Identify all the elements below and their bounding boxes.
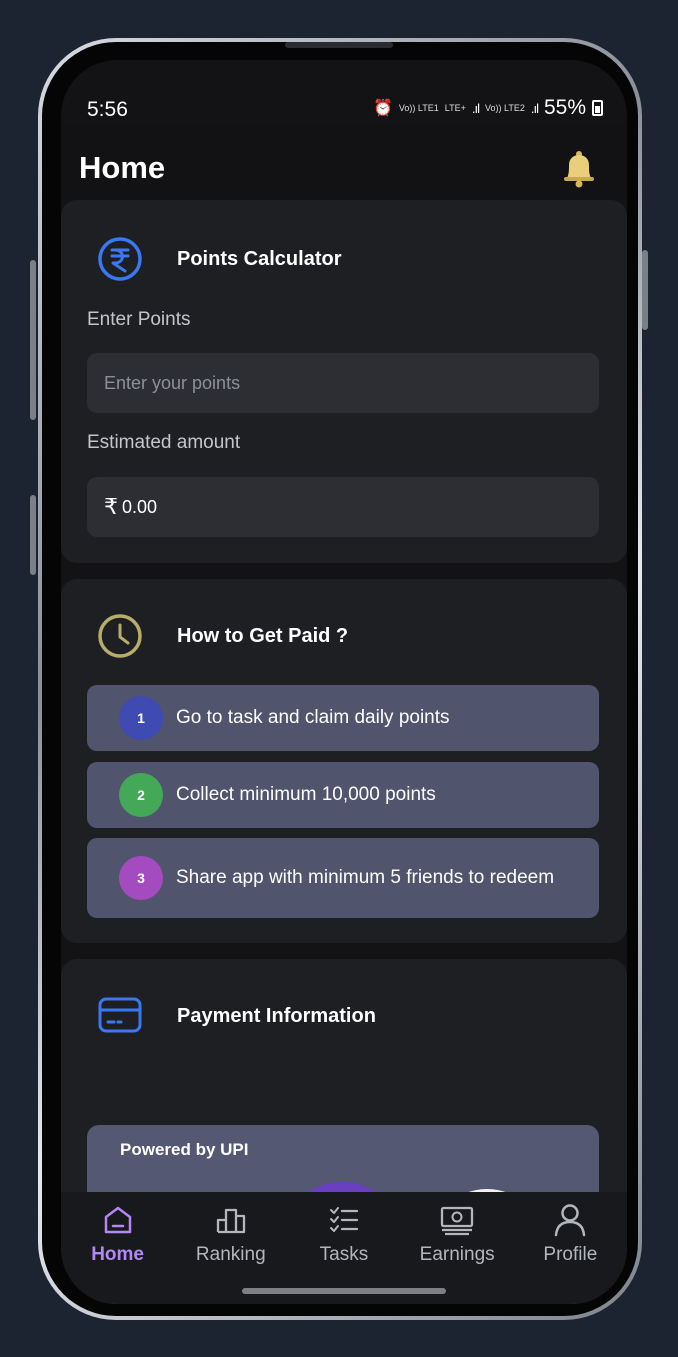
battery-icon xyxy=(592,100,603,116)
step-number: 1 xyxy=(119,696,163,740)
how-to-get-paid-card: How to Get Paid ? 1 Go to task and claim… xyxy=(61,579,627,943)
powered-by-upi: Powered by UPI xyxy=(120,1140,249,1159)
home-indicator[interactable] xyxy=(242,1288,446,1294)
volume-button xyxy=(30,260,36,420)
step-number: 3 xyxy=(119,856,163,900)
rupee-icon xyxy=(98,237,142,281)
points-input[interactable] xyxy=(104,372,599,394)
app-bar: Home xyxy=(61,122,627,200)
bottom-nav: Home Ranking Tasks Earnings Profile xyxy=(61,1192,627,1282)
enter-points-label: Enter Points xyxy=(87,309,191,330)
points-calculator-card: Points Calculator Enter Points Estimated… xyxy=(61,200,627,563)
nav-tasks[interactable]: Tasks xyxy=(288,1202,400,1266)
nav-tasks-label: Tasks xyxy=(319,1244,369,1265)
estimated-amount-label: Estimated amount xyxy=(87,432,241,453)
page-title: Home xyxy=(79,150,166,185)
step-text: Collect minimum 10,000 points xyxy=(176,784,436,805)
step-text: Go to task and claim daily points xyxy=(176,707,450,728)
status-bar: 5:56 ⏰ Vo)) LTE1 LTE+ .ıl Vo)) LTE2 .ıl … xyxy=(61,60,627,122)
earpiece xyxy=(285,42,393,48)
sim2-indicator: Vo)) LTE2 xyxy=(484,102,525,113)
nav-home-label: Home xyxy=(91,1244,144,1265)
earnings-icon xyxy=(441,1206,474,1236)
step-item: 1 Go to task and claim daily points xyxy=(87,685,599,751)
ranking-icon xyxy=(216,1208,245,1234)
nav-profile-label: Profile xyxy=(543,1244,598,1265)
lte-indicator: LTE+ xyxy=(444,102,466,113)
screen: 5:56 ⏰ Vo)) LTE1 LTE+ .ıl Vo)) LTE2 .ıl … xyxy=(61,60,627,1304)
estimated-amount-value: 0.00 xyxy=(122,496,158,517)
phone-frame: 5:56 ⏰ Vo)) LTE1 LTE+ .ıl Vo)) LTE2 .ıl … xyxy=(38,38,642,1320)
clock-icon xyxy=(98,614,142,658)
home-icon xyxy=(104,1206,131,1234)
battery-percent: 55% xyxy=(543,96,586,119)
how-to-get-paid-title: How to Get Paid ? xyxy=(177,624,349,647)
payment-information-title: Payment Information xyxy=(177,1004,376,1027)
power-button xyxy=(642,250,648,330)
nav-earnings[interactable]: Earnings xyxy=(401,1202,513,1266)
bell-icon[interactable] xyxy=(559,148,599,188)
nav-ranking[interactable]: Ranking xyxy=(175,1202,287,1266)
nav-ranking-label: Ranking xyxy=(195,1244,266,1265)
sim1-indicator: Vo)) LTE1 xyxy=(398,102,439,113)
profile-icon xyxy=(555,1204,586,1237)
side-button xyxy=(30,495,36,575)
credit-card-icon xyxy=(98,997,142,1033)
estimated-amount-field: ₹ 0.00 xyxy=(87,477,599,537)
points-calculator-title: Points Calculator xyxy=(177,247,342,270)
signal-icon-2: .ıl xyxy=(530,100,539,116)
nav-profile[interactable]: Profile xyxy=(514,1202,626,1266)
step-item: 3 Share app with minimum 5 friends to re… xyxy=(87,838,599,918)
tasks-icon xyxy=(329,1207,359,1232)
step-text: Share app with minimum 5 friends to rede… xyxy=(176,867,555,888)
status-time: 5:56 xyxy=(87,98,128,121)
step-item: 2 Collect minimum 10,000 points xyxy=(87,762,599,828)
nav-earnings-label: Earnings xyxy=(419,1244,495,1265)
step-number: 2 xyxy=(119,773,163,817)
alarm-icon: ⏰ xyxy=(372,100,393,117)
points-input-box[interactable] xyxy=(87,353,599,413)
signal-icon: .ıl xyxy=(471,100,480,116)
rupee-symbol: ₹ xyxy=(104,494,118,519)
nav-home[interactable]: Home xyxy=(62,1202,174,1266)
